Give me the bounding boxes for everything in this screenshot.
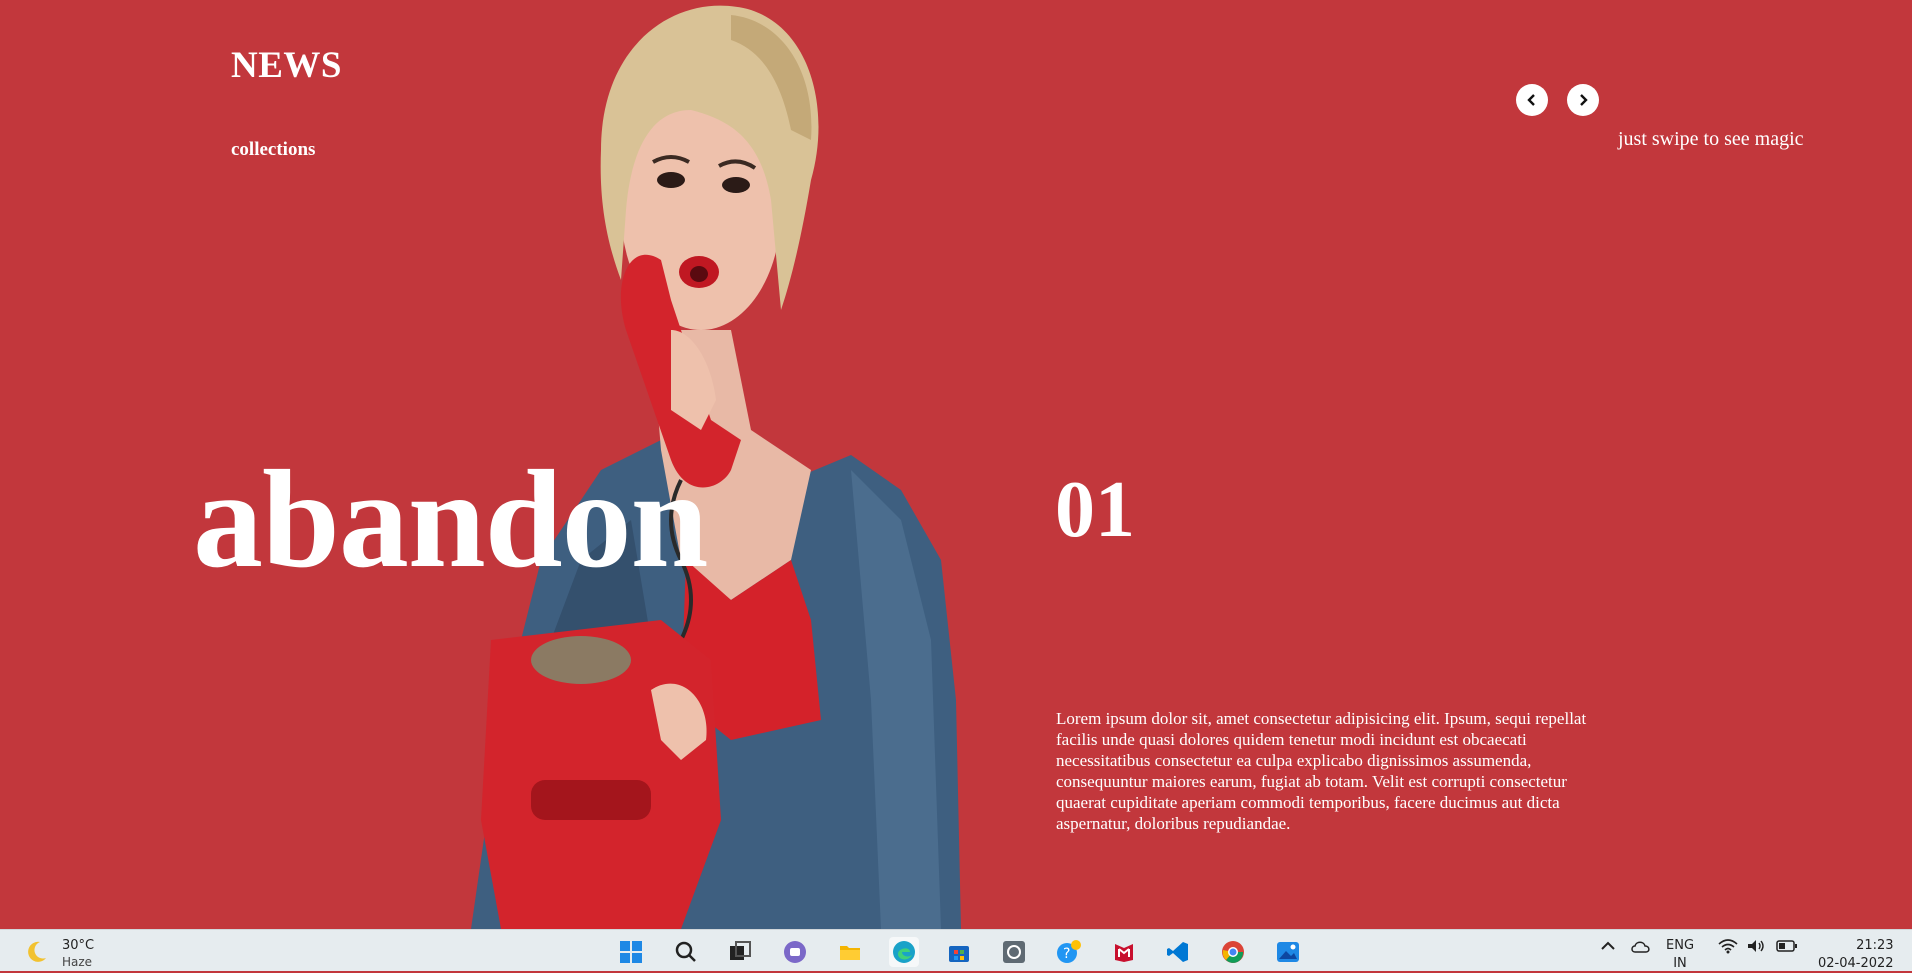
vscode-icon[interactable] [1163, 937, 1193, 967]
svg-text:?: ? [1063, 946, 1070, 962]
microsoft-store-icon[interactable] [944, 937, 974, 967]
slide-number: 01 [1055, 466, 1135, 554]
chevron-right-icon [1580, 94, 1588, 106]
collections-link[interactable]: collections [231, 139, 315, 161]
swipe-hint: just swipe to see magic [1618, 128, 1804, 150]
hero-description: Lorem ipsum dolor sit, amet consectetur … [1056, 709, 1587, 833]
weather-temp: 30°C [62, 938, 95, 953]
teams-chat-icon[interactable] [780, 937, 810, 967]
get-help-icon[interactable]: ? [1054, 937, 1084, 967]
chevron-up-icon[interactable] [1600, 938, 1616, 954]
file-explorer-icon[interactable] [835, 937, 865, 967]
next-slide-button[interactable] [1567, 84, 1599, 116]
photos-icon[interactable] [1273, 937, 1303, 967]
weather-widget[interactable]: 30°C Haze [24, 938, 94, 970]
wifi-icon[interactable] [1718, 938, 1738, 954]
prev-slide-button[interactable] [1516, 84, 1548, 116]
weather-condition: Haze [62, 955, 93, 969]
chrome-icon[interactable] [1218, 937, 1248, 967]
hero-title: abandon [193, 442, 708, 597]
language-region: IN [1673, 956, 1687, 971]
volume-icon[interactable] [1746, 938, 1766, 954]
onedrive-cloud-icon[interactable] [1630, 938, 1652, 954]
moon-icon [28, 941, 46, 962]
language-code: ENG [1666, 938, 1695, 953]
windows-start-icon[interactable] [616, 937, 646, 967]
chevron-left-icon [1527, 94, 1535, 106]
search-icon[interactable] [671, 937, 701, 967]
task-view-icon[interactable] [725, 937, 755, 967]
clock-date: 02-04-2022 [1818, 956, 1894, 971]
app-icon[interactable] [999, 937, 1029, 967]
taskbar: 30°C Haze ? ENG IN 21:23 02-04-2022 [0, 929, 1912, 971]
battery-icon[interactable] [1776, 938, 1798, 954]
brand-logo[interactable]: NEWS [231, 44, 342, 87]
language-indicator[interactable]: ENG IN [1666, 937, 1694, 973]
slide-stage: NEWS collections just swipe to see magic [0, 0, 1912, 929]
clock-time: 21:23 [1856, 938, 1894, 953]
edge-browser-icon[interactable] [889, 937, 919, 967]
system-clock[interactable]: 21:23 02-04-2022 [1818, 937, 1894, 973]
mcafee-icon[interactable] [1109, 937, 1139, 967]
